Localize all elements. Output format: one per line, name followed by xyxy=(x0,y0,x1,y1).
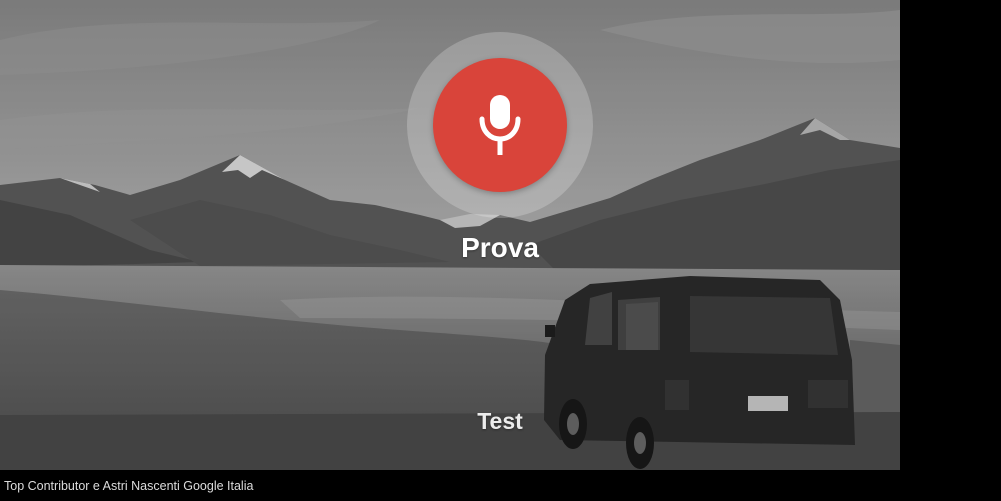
microphone-icon xyxy=(479,95,521,155)
footer-caption: Top Contributor e Astri Nascenti Google … xyxy=(4,479,254,493)
footer-bar: Top Contributor e Astri Nascenti Google … xyxy=(0,470,1001,501)
background-photo: Prova Test xyxy=(0,0,900,470)
microphone-button[interactable] xyxy=(433,58,567,192)
prompt-label: Prova xyxy=(461,232,539,263)
recognized-text: Test xyxy=(477,408,523,434)
